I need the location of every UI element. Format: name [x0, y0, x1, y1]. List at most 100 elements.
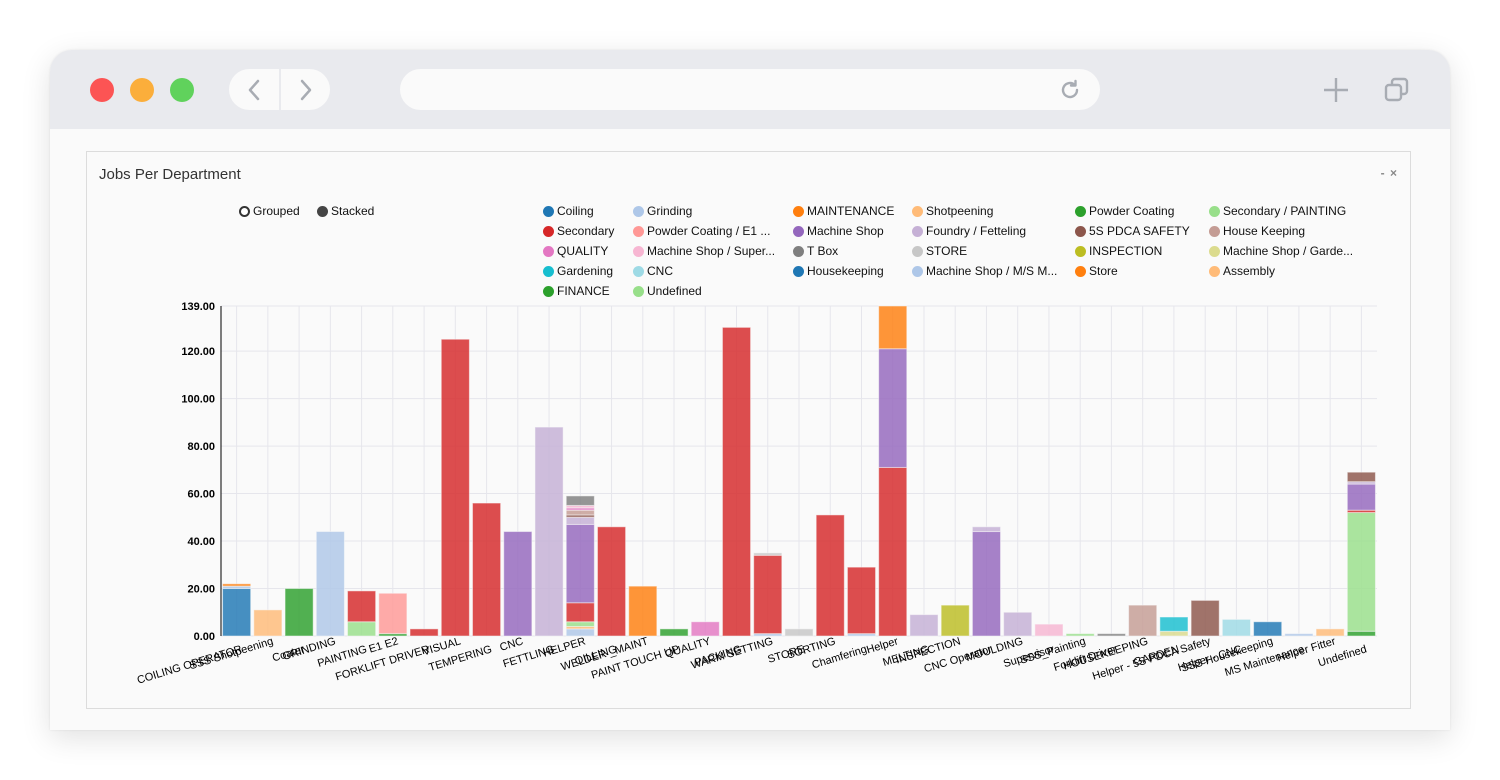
bar-segment-store[interactable]: [784, 628, 814, 637]
bar-segment-machine-shop[interactable]: [503, 531, 533, 637]
y-tick-label: 0.00: [194, 631, 215, 643]
browser-window: Jobs Per Department - × Grouped Stacked …: [50, 50, 1450, 730]
bar-segment-machine-shop-super[interactable]: [1034, 623, 1064, 637]
bar-segment-secondary[interactable]: [815, 514, 845, 637]
back-button[interactable]: [229, 69, 279, 110]
bar-stack-helper-5s-pdca-safety: [1190, 599, 1220, 637]
bar-stack-store: [784, 628, 814, 637]
bar-stack-sorting: [815, 514, 845, 637]
tabs-overview-icon[interactable]: [1383, 76, 1411, 104]
bar-stack-coater: [284, 588, 314, 637]
bar-segment-inspection[interactable]: [940, 604, 970, 637]
bar-segment-powder-coating[interactable]: [659, 628, 689, 637]
bar-segment-secondary[interactable]: [472, 502, 502, 637]
bar-segment-secondary[interactable]: [846, 566, 877, 635]
bar-stack-paint-touch-up: [659, 628, 689, 637]
bar-stack-helper: [878, 305, 908, 637]
bar-segment-machine-shop[interactable]: [1346, 483, 1376, 511]
bar-segment-shotpeening[interactable]: [1315, 628, 1345, 637]
bar-segment-secondary[interactable]: [565, 602, 595, 623]
bar-segment-store[interactable]: [753, 552, 783, 556]
bar-segment-powder-coating[interactable]: [1346, 630, 1376, 637]
bar-stack-ms-maintenance: [1284, 633, 1314, 637]
bar-stack-grinding: [315, 531, 345, 637]
bar-stack-inspection: [940, 604, 970, 637]
bar-segment-house-keeping[interactable]: [1128, 604, 1158, 637]
bar-segment-machine-shop[interactable]: [565, 523, 595, 604]
bar-stack-e1-e2: [378, 592, 408, 637]
close-window-button[interactable]: [90, 78, 114, 102]
bar-segment-secondary[interactable]: [440, 338, 470, 637]
bar-segment-grinding[interactable]: [565, 628, 595, 637]
bar-segment-foundry-fetteling[interactable]: [909, 614, 939, 637]
y-tick-label: 80.00: [187, 441, 215, 453]
bar-segment-secondary[interactable]: [878, 466, 908, 637]
bar-segment-foundry-fetteling[interactable]: [1003, 611, 1033, 637]
address-bar[interactable]: [400, 69, 1100, 110]
bar-segment-coiling[interactable]: [222, 588, 252, 637]
bar-segment-house-keeping[interactable]: [565, 509, 595, 516]
bar-segment-maintenance[interactable]: [628, 585, 658, 637]
y-tick-label: 40.00: [187, 536, 215, 548]
y-tick-label: 60.00: [187, 489, 215, 501]
bar-segment-secondary-painting[interactable]: [1346, 512, 1376, 632]
bar-stack-coiling-operator: [222, 583, 252, 637]
bar-segment-foundry-fetteling[interactable]: [971, 526, 1002, 533]
x-tick-label: CNC: [498, 635, 524, 653]
bar-stack-supervisor: [1034, 623, 1064, 637]
bar-segment-foundry-fetteling[interactable]: [534, 426, 564, 637]
bar-segment-coiling[interactable]: [1253, 621, 1283, 637]
stacked-bar-chart: 0.00 20.00 40.00 60.00 80.00 100.00 120.00 139.…: [136, 301, 1377, 687]
bar-stack-sss-shotpeening: [253, 609, 283, 637]
bar-segment-powder-coating[interactable]: [284, 588, 314, 637]
bar-segment-secondary-painting[interactable]: [565, 621, 595, 628]
bar-segment-gardening[interactable]: [1159, 616, 1189, 632]
minimize-window-button[interactable]: [130, 78, 154, 102]
bar-stack-sss-housekeeping: [1253, 621, 1283, 637]
bar-stack-garden: [1159, 616, 1189, 637]
bar-stack-chamfering: [846, 566, 877, 637]
bar-segment-cnc[interactable]: [1221, 618, 1251, 637]
bar-segment-secondary[interactable]: [721, 326, 752, 637]
bar-segment-t-box[interactable]: [565, 495, 595, 506]
bar-segment-powder-coating-e1[interactable]: [378, 592, 408, 635]
maximize-window-button[interactable]: [170, 78, 194, 102]
bar-stack-helper: [565, 495, 595, 637]
bar-segment-secondary-painting[interactable]: [347, 621, 377, 637]
browser-titlebar: [50, 50, 1450, 129]
bar-segment-secondary[interactable]: [753, 554, 783, 635]
bar-segment-foundry-fetteling[interactable]: [565, 516, 595, 525]
reload-icon[interactable]: [1058, 78, 1082, 102]
bar-stack-packing: [721, 326, 752, 637]
bar-segment-secondary[interactable]: [347, 590, 377, 623]
bar-stack-forklift-driver: [409, 628, 439, 637]
bar-stack-welder-maint: [628, 585, 658, 637]
bar-stack-warm-setting: [753, 552, 783, 637]
bar-segment-machine-shop[interactable]: [878, 348, 908, 468]
bar-stack-painting: [347, 590, 377, 637]
bar-segment-t-box[interactable]: [1096, 633, 1126, 637]
bar-segment-shotpeening[interactable]: [253, 609, 283, 637]
bar-stack-fettling: [534, 426, 564, 637]
chevron-right-icon: [300, 79, 312, 100]
bar-stack-visual: [440, 338, 470, 637]
bar-stack-housekeeping: [1128, 604, 1158, 637]
forward-button[interactable]: [281, 69, 331, 110]
bar-segment-machine-shop[interactable]: [971, 531, 1002, 637]
bar-stack-undefined: [1346, 471, 1376, 637]
bar-stack-forklift-driver: [1096, 633, 1126, 637]
new-tab-icon[interactable]: [1322, 76, 1350, 104]
nav-buttons: [229, 69, 330, 110]
bar-segment-secondary[interactable]: [596, 526, 627, 637]
bar-segment-store[interactable]: [878, 305, 908, 350]
bar-stack-cnc-operator: [971, 526, 1002, 637]
bar-segment-quality[interactable]: [690, 621, 720, 637]
bar-segment-5s-pdca-safety[interactable]: [1346, 471, 1376, 483]
bar-segment-machine-shop-garde[interactable]: [1159, 630, 1189, 637]
bar-segment-grinding[interactable]: [315, 531, 345, 637]
bar-segment-maintenance[interactable]: [222, 583, 252, 587]
bar-segment-5s-pdca-safety[interactable]: [1190, 599, 1220, 637]
bar-segment-grinding[interactable]: [1284, 633, 1314, 637]
y-tick-label: 120.00: [181, 346, 215, 358]
bar-segment-secondary[interactable]: [409, 628, 439, 637]
